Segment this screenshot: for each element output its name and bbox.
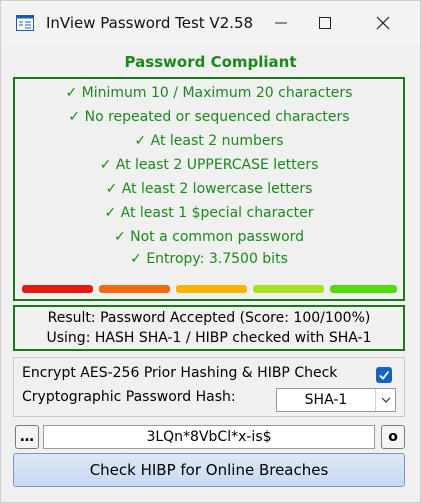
chevron-down-icon[interactable] [375,389,395,411]
compliance-status: Password Compliant [124,53,297,71]
hash-info-text: Using: HASH SHA-1 / HIBP checked with SH… [46,330,372,346]
encrypt-label: Encrypt AES-256 Prior Hashing & HIBP Che… [22,365,338,381]
strength-segment [253,285,324,293]
minimize-icon [275,22,287,24]
hash-select-value: SHA-1 [304,392,348,408]
rule-item: ✓ At least 1 $pecial character [104,205,314,221]
options-panel: Encrypt AES-256 Prior Hashing & HIBP Che… [13,357,405,417]
close-button[interactable] [355,1,411,45]
rule-item: ✓ No repeated or sequenced characters [68,109,350,125]
app-window: InView Password Test V2.58 Password Comp… [0,0,421,503]
rule-item: ✓ At least 2 numbers [134,133,284,149]
title-bar: InView Password Test V2.58 [1,1,420,45]
hash-label: Cryptographic Password Hash: [22,389,236,405]
strength-segment [22,285,93,293]
strength-segment [176,285,247,293]
checkmark-icon [379,370,390,380]
clear-button[interactable]: o [381,425,405,449]
rule-item: ✓ Entropy: 3.7500 bits [130,251,288,267]
result-text: Result: Password Accepted (Score: 100/10… [47,310,371,326]
rule-item: ✓ At least 2 UPPERCASE letters [99,157,319,173]
rule-item: ✓ Minimum 10 / Maximum 20 characters [65,85,353,101]
strength-segment [330,285,397,293]
more-options-button[interactable]: … [15,425,39,449]
rule-item: ✓ Not a common password [113,229,305,245]
rules-panel: ✓ Minimum 10 / Maximum 20 characters ✓ N… [13,77,405,301]
check-hibp-button[interactable]: Check HIBP for Online Breaches [13,453,405,487]
app-icon [16,15,34,31]
maximize-icon [319,17,331,29]
maximize-button[interactable] [297,1,353,45]
encrypt-checkbox[interactable] [376,367,392,383]
close-icon [376,16,390,30]
password-input[interactable]: 3LQn*8VbCl*x-is$ [43,425,375,449]
result-panel: Result: Password Accepted (Score: 100/10… [13,305,405,351]
rule-item: ✓ At least 2 lowercase letters [105,181,313,197]
window-title: InView Password Test V2.58 [46,14,254,32]
strength-segment [99,285,170,293]
hash-select[interactable]: SHA-1 [276,388,396,412]
